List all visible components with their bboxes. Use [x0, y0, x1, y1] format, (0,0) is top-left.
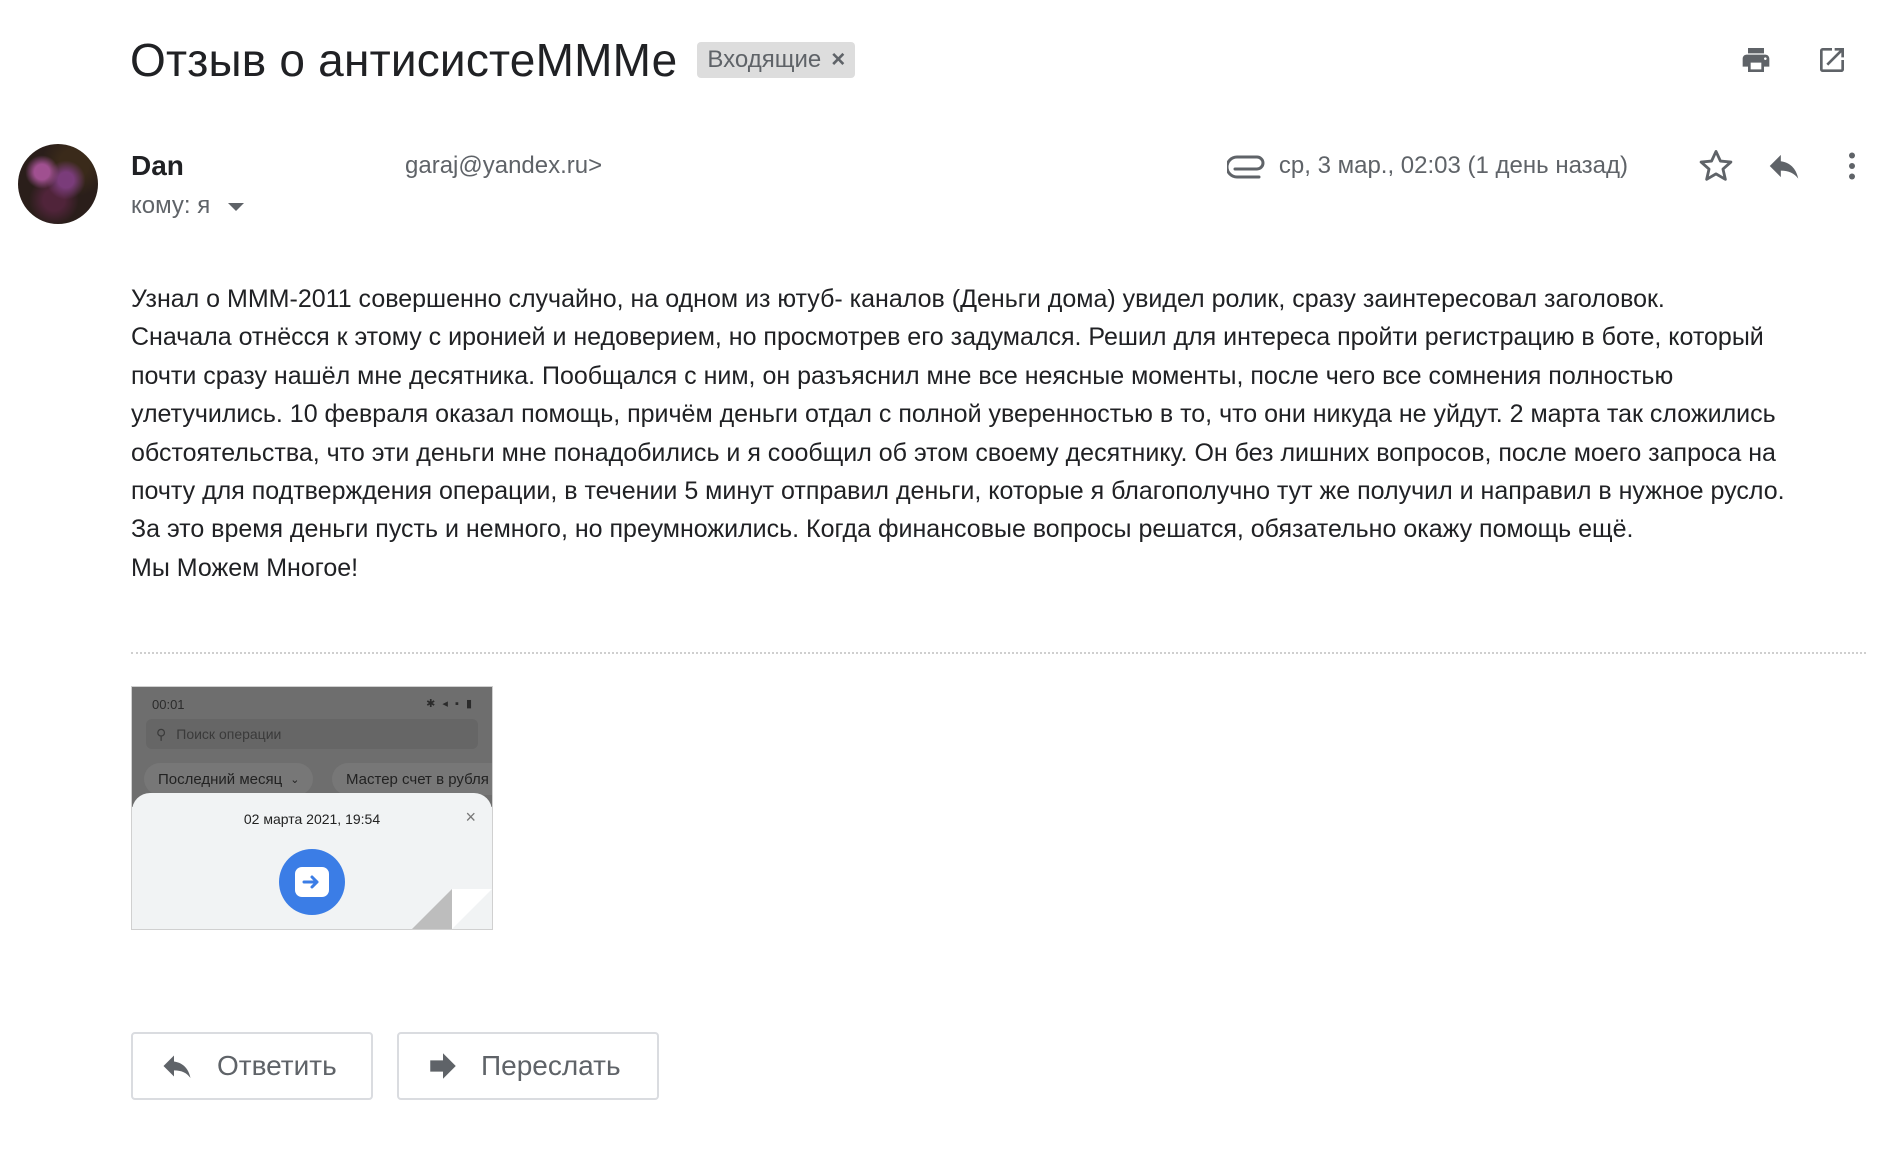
email-view: Отзыв о антисистеМММе Входящие × Dan gar…	[0, 0, 1892, 1150]
sender-name[interactable]: Dan	[131, 150, 184, 182]
close-icon: ×	[465, 807, 476, 827]
reply-icon-button[interactable]	[1764, 146, 1804, 186]
body-line: За это время деньги пусть и немного, но …	[131, 515, 1634, 544]
reply-button-label: Ответить	[217, 1050, 337, 1081]
label-chip-text: Входящие	[707, 46, 822, 73]
forward-icon	[430, 1053, 456, 1079]
page-fold-icon	[412, 889, 492, 929]
body-line: Сначала отнёсся к этому с иронией и недо…	[131, 323, 1764, 352]
email-subject: Отзыв о антисистеМММе	[130, 34, 678, 86]
transfer-icon	[279, 849, 345, 915]
chevron-down-icon: ⌄	[290, 773, 300, 786]
screenshot-search-box: ⚲ Поиск операции	[146, 719, 478, 749]
arrow-right-icon	[295, 867, 329, 897]
chevron-down-icon[interactable]	[228, 203, 245, 211]
status-time: 00:01	[152, 697, 185, 712]
attachment-thumbnail[interactable]: 00:01 ✱ ◂ ▪ ▮ ⚲ Поиск операции Последний…	[131, 686, 493, 930]
status-icons: ✱ ◂ ▪ ▮	[426, 698, 474, 710]
message-date: ср, 3 мар., 02:03 (1 день назад)	[1278, 152, 1628, 179]
reply-icon	[163, 1055, 191, 1078]
subject-row: Отзыв о антисистеМММе Входящие ×	[130, 28, 1852, 92]
top-actions	[1736, 40, 1852, 80]
message-meta: ср, 3 мар., 02:03 (1 день назад)	[1226, 142, 1872, 190]
star-icon	[1699, 150, 1733, 181]
body-line: Узнал о МММ-2011 совершенно случайно, на…	[131, 285, 1665, 313]
open-in-new-window-button[interactable]	[1812, 40, 1852, 80]
search-icon: ⚲	[156, 725, 167, 742]
body-line: Мы Можем Многое!	[131, 553, 359, 582]
label-chip-inbox[interactable]: Входящие ×	[697, 42, 856, 78]
sender-avatar[interactable]	[18, 144, 98, 224]
reply-button[interactable]: Ответить	[131, 1032, 373, 1100]
more-options-button[interactable]	[1832, 146, 1872, 186]
reply-icon	[1769, 154, 1799, 179]
forward-button-label: Переслать	[481, 1050, 621, 1081]
more-vert-icon	[1849, 152, 1855, 180]
message-body: Узнал о МММ-2011 совершенно случайно, на…	[131, 280, 1871, 587]
body-line: почту для подтверждения операции, в тече…	[131, 477, 1785, 506]
screenshot-chip-account: Мастер счет в рубля	[332, 763, 492, 795]
sender-email: garaj@yandex.ru>	[405, 152, 603, 179]
attachments-divider	[131, 652, 1866, 654]
label-remove-icon[interactable]: ×	[831, 46, 845, 74]
screenshot-search-placeholder: Поиск операции	[176, 726, 282, 742]
body-line: почти сразу нашёл мне десятника. Пообщал…	[131, 361, 1674, 390]
print-button[interactable]	[1736, 40, 1776, 80]
recipient-text: кому: я	[131, 192, 211, 219]
screenshot-header: 00:01 ✱ ◂ ▪ ▮ ⚲ Поиск операции Последний…	[132, 687, 492, 807]
screenshot-sheet-date: 02 марта 2021, 19:54	[243, 811, 381, 827]
paperclip-icon	[1226, 155, 1265, 179]
open-in-new-icon	[1820, 48, 1844, 72]
printer-icon	[1742, 48, 1770, 72]
chip-period-text: Последний месяц	[158, 770, 283, 788]
recipient-line[interactable]: кому: я	[131, 192, 245, 220]
forward-button[interactable]: Переслать	[397, 1032, 659, 1100]
star-button[interactable]	[1696, 146, 1736, 186]
screenshot-chip-period: Последний месяц ⌄	[144, 763, 314, 795]
body-line: улетучились. 10 февраля оказал помощь, п…	[131, 400, 1776, 429]
body-line: обстоятельства, что эти деньги мне понад…	[131, 438, 1776, 467]
chip-account-text: Мастер счет в рубля	[346, 770, 489, 788]
